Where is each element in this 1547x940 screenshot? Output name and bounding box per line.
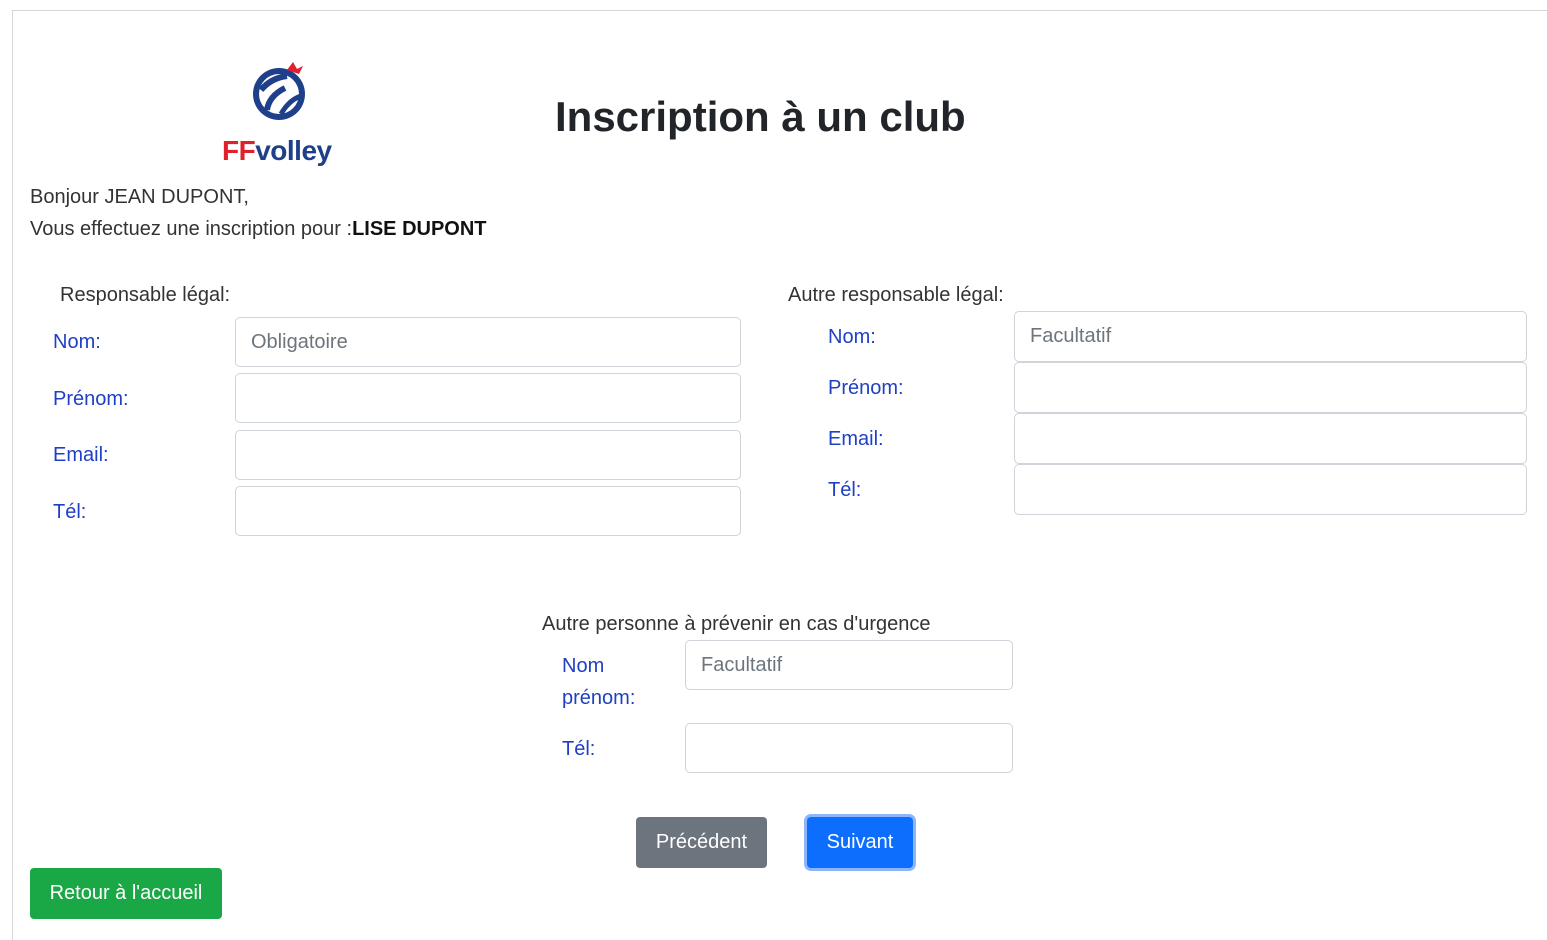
legal-guardian-tel-label: Tél: [53, 501, 87, 523]
legal-guardian-prenom-label: Prénom: [53, 388, 129, 410]
other-guardian-email-input[interactable] [1014, 413, 1527, 464]
emergency-tel-input[interactable] [685, 723, 1013, 773]
emergency-tel-label: Tél: [562, 738, 596, 760]
page-title: Inscription à un club [555, 93, 966, 140]
logo-volley: volley [255, 135, 332, 166]
other-guardian-prenom-label: Prénom: [828, 377, 904, 399]
next-button[interactable]: Suivant [807, 817, 913, 868]
back-to-home-button[interactable]: Retour à l'accueil [30, 868, 222, 919]
page-border-left [12, 10, 13, 940]
ffvolley-logo: FFvolley [222, 60, 337, 170]
other-guardian-title: Autre responsable légal: [788, 284, 1004, 306]
other-guardian-tel-input[interactable] [1014, 464, 1527, 515]
legal-guardian-nom-label: Nom: [53, 331, 101, 353]
volleyball-icon [253, 62, 305, 120]
legal-guardian-tel-input[interactable] [235, 486, 741, 536]
registration-for-prefix: Vous effectuez une inscription pour : [30, 218, 353, 240]
other-guardian-email-label: Email: [828, 428, 884, 450]
previous-button[interactable]: Précédent [636, 817, 767, 868]
other-guardian-nom-input[interactable] [1014, 311, 1527, 362]
greeting-line: Bonjour JEAN DUPONT, [30, 186, 249, 208]
registration-for-line: Vous effectuez une inscription pour :LIS… [30, 218, 487, 241]
emergency-nom-prenom-input[interactable] [685, 640, 1013, 690]
legal-guardian-email-label: Email: [53, 444, 109, 466]
registrant-name: LISE DUPONT [352, 218, 487, 240]
logo-wordmark: FFvolley [222, 135, 337, 167]
legal-guardian-title: Responsable légal: [60, 284, 231, 306]
legal-guardian-email-input[interactable] [235, 430, 741, 480]
other-guardian-nom-label: Nom: [828, 326, 876, 348]
logo-ff: FF [222, 135, 256, 166]
legal-guardian-prenom-input[interactable] [235, 373, 741, 423]
emergency-nom-label-line2: prénom: [562, 687, 636, 709]
emergency-nom-label-line1: Nom [562, 655, 605, 677]
legal-guardian-nom-input[interactable] [235, 317, 741, 367]
other-guardian-tel-label: Tél: [828, 479, 862, 501]
emergency-contact-title: Autre personne à prévenir en cas d'urgen… [542, 613, 931, 635]
other-guardian-prenom-input[interactable] [1014, 362, 1527, 413]
page-border-top [12, 10, 1547, 11]
